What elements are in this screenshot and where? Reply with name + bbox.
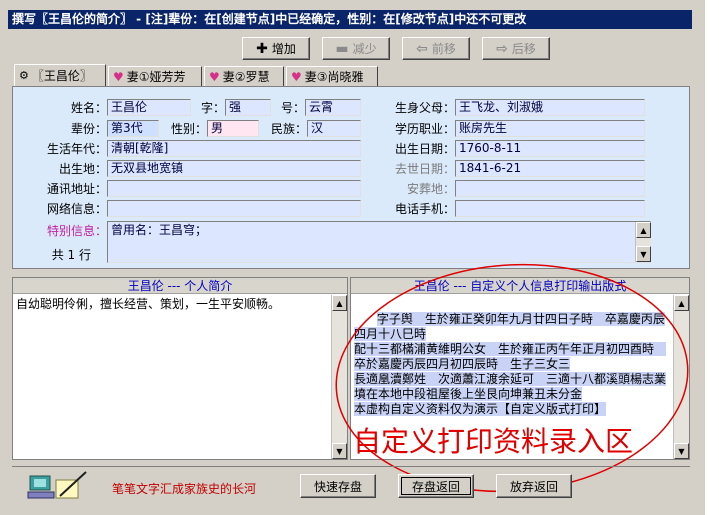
scroll-up-icon[interactable]: ▲ xyxy=(674,295,689,311)
generation-field[interactable]: 第3代 xyxy=(107,120,159,137)
special-info-field[interactable]: 曾用名：王昌穹； xyxy=(107,221,651,263)
zi-field[interactable]: 强 xyxy=(225,99,271,116)
deathdate-label: 去世日期： xyxy=(394,162,455,176)
education-label: 学历职业： xyxy=(394,122,455,136)
person-info-panel: 姓名： 王昌伦 字： 强 号： 云霄 生身父母： 王飞龙、刘淑娥 辈份： 第3代… xyxy=(12,86,690,269)
hao-label: 号： xyxy=(280,101,305,115)
generation-label: 辈份： xyxy=(70,122,107,136)
scroll-down-icon[interactable]: ▼ xyxy=(332,443,347,459)
move-backward-button[interactable]: ⇨ 后移 xyxy=(482,37,550,60)
era-label: 生活年代： xyxy=(46,142,107,156)
hao-field[interactable]: 云霄 xyxy=(305,99,361,116)
computer-pen-icon xyxy=(27,471,87,499)
era-field[interactable]: 清朝[乾隆] xyxy=(107,140,361,157)
network-label: 网络信息： xyxy=(46,202,107,216)
heart-icon: ♥ xyxy=(209,69,220,84)
add-button[interactable]: ✚ 增加 xyxy=(242,37,310,60)
bio-pane-header: 王昌伦 --- 个人简介 xyxy=(13,278,347,294)
dialog-window: 撰写〖王昌伦的简介〗 - [注]辈份：在[创建节点]中已经确定，性别：在[修改节… xyxy=(0,0,705,515)
save-return-button[interactable]: 存盘返回 xyxy=(398,474,474,498)
zi-label: 字： xyxy=(200,101,225,115)
move-forward-label: 前移 xyxy=(431,42,456,56)
arrow-left-icon: ⇦ xyxy=(416,40,428,57)
gender-label: 性别： xyxy=(170,122,207,136)
birthplace-label: 出生地： xyxy=(58,162,107,176)
tab-self-label: 〖王昌伦〗 xyxy=(31,69,92,83)
heart-icon: ♥ xyxy=(291,69,302,84)
tab-wife-2[interactable]: ♥ 妻②罗慧 xyxy=(204,66,284,86)
plus-icon: ✚ xyxy=(256,40,268,57)
quick-save-button[interactable]: 快速存盘 xyxy=(300,474,376,498)
phone-field[interactable] xyxy=(455,200,645,217)
tab-self[interactable]: ⚙ 〖王昌伦〗 xyxy=(14,64,106,86)
birthdate-field[interactable]: 1760-8-11 xyxy=(455,140,645,157)
move-backward-label: 后移 xyxy=(511,42,536,56)
annotation-label: 自定义打印资料录入区 xyxy=(353,425,634,458)
tab-wife-2-label: 妻②罗慧 xyxy=(222,70,270,84)
burial-field[interactable] xyxy=(455,180,645,197)
title-bar: 撰写〖王昌伦的简介〗 - [注]辈份：在[创建节点]中已经确定，性别：在[修改节… xyxy=(8,10,692,29)
phone-label: 电话手机： xyxy=(394,202,455,216)
discard-return-button[interactable]: 放弃返回 xyxy=(496,474,572,498)
bio-scrollbar[interactable]: ▲ ▼ xyxy=(331,295,347,459)
tab-wife-3[interactable]: ♥ 妻③尚晓雅 xyxy=(286,66,378,86)
scroll-down-icon[interactable]: ▼ xyxy=(636,246,651,262)
scroll-up-icon[interactable]: ▲ xyxy=(636,222,651,238)
family-icon: ⚙ xyxy=(19,69,29,82)
reduce-button[interactable]: ▬ 减少 xyxy=(322,37,390,60)
tab-wife-3-label: 妻③尚晓雅 xyxy=(304,70,364,84)
heart-icon: ♥ xyxy=(113,69,124,84)
address-label: 通讯地址： xyxy=(46,182,107,196)
arrow-right-icon: ⇨ xyxy=(496,40,508,57)
minus-icon: ▬ xyxy=(335,40,349,57)
bio-pane: 王昌伦 --- 个人简介 自幼聪明伶俐，擅长经营、策划，一生平安顺畅。 ▲ ▼ xyxy=(12,277,348,460)
network-field[interactable] xyxy=(107,200,361,217)
custom-print-pane-header: 王昌伦 --- 自定义个人信息打印输出版式 xyxy=(351,278,689,294)
add-button-label: 增加 xyxy=(271,42,296,56)
name-field[interactable]: 王昌伦 xyxy=(107,99,191,116)
tab-wife-1[interactable]: ♥ 妻①娅芳芳 xyxy=(108,66,202,86)
line-count-label: 共 1 行 xyxy=(51,248,91,262)
custom-print-text: 字子舆 生於雍正癸卯年九月廿四日子時 卒嘉慶丙辰四月十八巳時 配十三都樠浦黄維明… xyxy=(354,312,667,416)
birthplace-field[interactable]: 无双县地宽镇 xyxy=(107,160,361,177)
special-info-label: 特别信息： xyxy=(46,224,107,238)
bio-textarea[interactable]: 自幼聪明伶俐，擅长经营、策划，一生平安顺畅。 xyxy=(13,295,331,459)
footer-slogan: 笔笔文字汇成家族史的长河 xyxy=(112,482,257,496)
reduce-button-label: 减少 xyxy=(352,42,377,56)
custom-print-pane: 王昌伦 --- 自定义个人信息打印输出版式 字子舆 生於雍正癸卯年九月廿四日子時… xyxy=(350,277,690,460)
scroll-up-icon[interactable]: ▲ xyxy=(332,295,347,311)
special-info-scrollbar[interactable]: ▲ ▼ xyxy=(635,222,651,262)
tab-wife-1-label: 妻①娅芳芳 xyxy=(126,70,186,84)
name-label: 姓名： xyxy=(70,101,107,115)
birthdate-label: 出生日期： xyxy=(394,142,455,156)
deathdate-field[interactable]: 1841-6-21 xyxy=(455,160,645,177)
education-field[interactable]: 账房先生 xyxy=(455,120,645,137)
scroll-down-icon[interactable]: ▼ xyxy=(674,443,689,459)
address-field[interactable] xyxy=(107,180,361,197)
ethnic-label: 民族： xyxy=(270,122,307,136)
burial-label: 安葬地： xyxy=(406,182,455,196)
move-forward-button[interactable]: ⇦ 前移 xyxy=(402,37,470,60)
parents-field[interactable]: 王飞龙、刘淑娥 xyxy=(455,99,645,116)
parents-label: 生身父母： xyxy=(394,101,455,115)
ethnic-field[interactable]: 汉 xyxy=(307,120,361,137)
custom-print-scrollbar[interactable]: ▲ ▼ xyxy=(673,295,689,459)
gender-field[interactable]: 男 xyxy=(207,120,259,137)
